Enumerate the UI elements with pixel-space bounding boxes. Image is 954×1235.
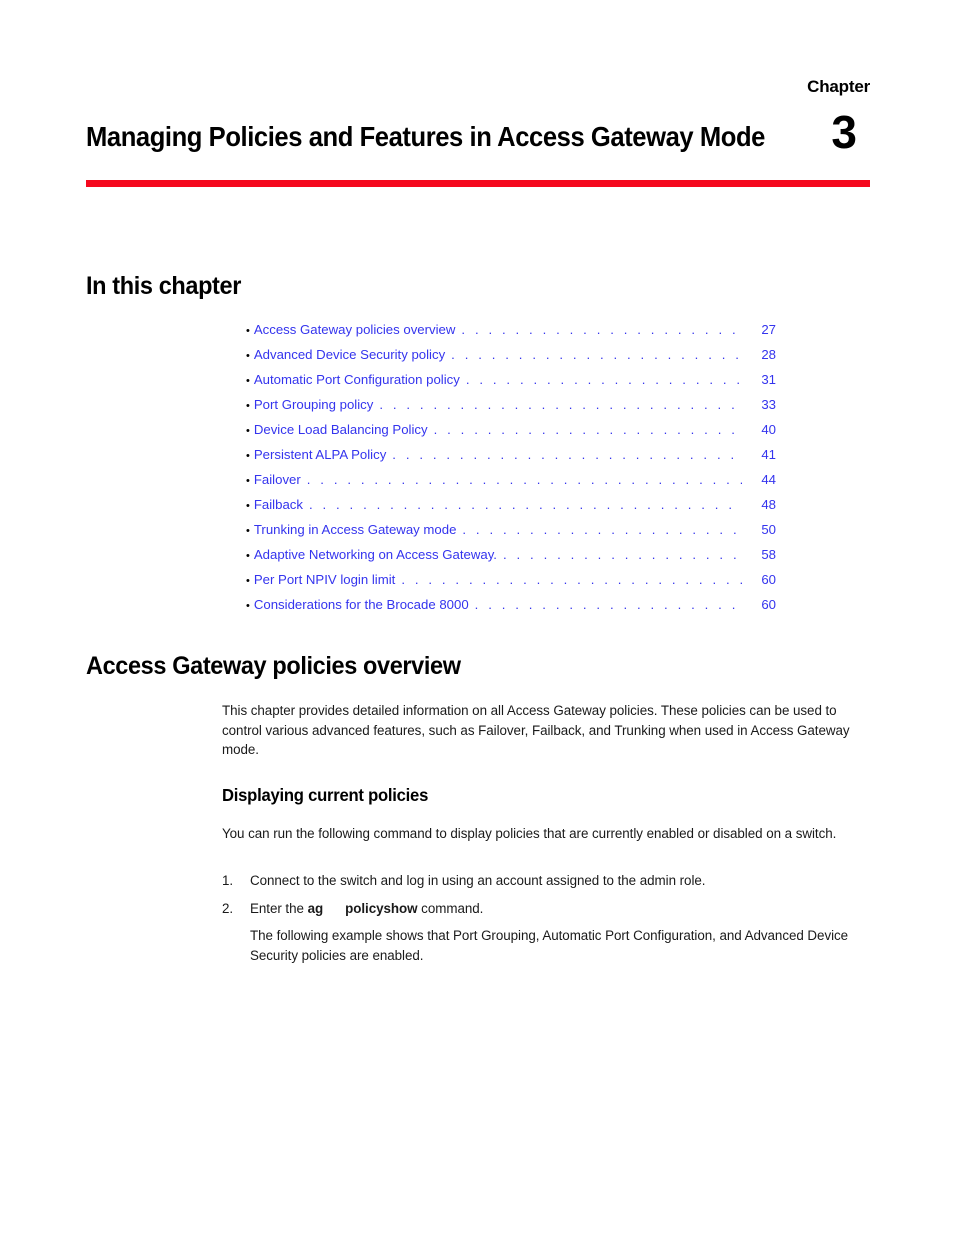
- toc-entry[interactable]: • Port Grouping policy . . . . . . . . .…: [246, 397, 776, 422]
- toc-entry-label[interactable]: Per Port NPIV login limit: [254, 572, 395, 587]
- step-text: Enter the ag policyshow command.: [250, 899, 867, 919]
- section-heading-access-gateway-policies-overview: Access Gateway policies overview: [86, 652, 461, 680]
- toc-entry-page[interactable]: 44: [748, 472, 776, 487]
- toc-entry[interactable]: • Considerations for the Brocade 8000 . …: [246, 597, 776, 622]
- bullet-icon: •: [246, 500, 250, 512]
- bullet-icon: •: [246, 575, 250, 587]
- toc-entry-label[interactable]: Failback: [254, 497, 303, 512]
- toc-entry[interactable]: • Automatic Port Configuration policy . …: [246, 372, 776, 397]
- toc-leader-dots: . . . . . . . . . . . . . . . . . . . . …: [474, 597, 742, 612]
- toc-entry-label[interactable]: Automatic Port Configuration policy: [254, 372, 460, 387]
- intro-paragraph: This chapter provides detailed informati…: [222, 703, 850, 758]
- chapter-label: Chapter: [807, 77, 870, 96]
- toc-entry-page[interactable]: 41: [748, 447, 776, 462]
- toc-entry-page[interactable]: 48: [748, 497, 776, 512]
- step-marker: 2.: [222, 901, 234, 917]
- toc-leader-dots: . . . . . . . . . . . . . . . . . . . . …: [392, 447, 742, 462]
- chapter-divider-rule: [86, 180, 870, 187]
- step-text-before: Enter the: [250, 901, 308, 917]
- subsection-heading-displaying-current-policies: Displaying current policies: [222, 785, 429, 805]
- toc-entry-page[interactable]: 28: [748, 347, 776, 362]
- chapter-title-row: Managing Policies and Features in Access…: [86, 106, 870, 158]
- chapter-header: Chapter Managing Policies and Features i…: [86, 77, 870, 158]
- chapter-number: 3: [831, 106, 857, 158]
- toc-leader-dots: . . . . . . . . . . . . . . . . . . . . …: [306, 472, 742, 487]
- bullet-icon: •: [246, 325, 250, 337]
- step-text-after: command.: [417, 901, 484, 917]
- displaying-policies-paragraph: You can run the following command to dis…: [222, 826, 837, 841]
- procedure-steps: 1. Connect to the switch and log in usin…: [222, 871, 867, 927]
- toc-leader-dots: . . . . . . . . . . . . . . . . . . . . …: [462, 522, 742, 537]
- toc-entry[interactable]: • Advanced Device Security policy . . . …: [246, 347, 776, 372]
- step-text: Connect to the switch and log in using a…: [250, 873, 706, 888]
- toc-leader-dots: . . . . . . . . . . . . . . . . . . . . …: [433, 422, 742, 437]
- bullet-icon: •: [246, 550, 250, 562]
- toc-leader-dots: . . . . . . . . . . . . . . . . . . . . …: [401, 572, 742, 587]
- list-item: 2. Enter the ag policyshow command.: [222, 899, 867, 919]
- toc-entry-label[interactable]: Adaptive Networking on Access Gateway.: [254, 547, 497, 562]
- section-heading-in-this-chapter: In this chapter: [86, 272, 241, 300]
- toc-entry-label[interactable]: Port Grouping policy: [254, 397, 373, 412]
- toc-entry[interactable]: • Failback . . . . . . . . . . . . . . .…: [246, 497, 776, 522]
- toc-leader-dots: . . . . . . . . . . . . . . . . . . . . …: [379, 397, 742, 412]
- toc-entry-label[interactable]: Device Load Balancing Policy: [254, 422, 428, 437]
- chapter-toc: • Access Gateway policies overview . . .…: [246, 322, 776, 622]
- command-operand: policyshow: [345, 901, 418, 917]
- example-paragraph: The following example shows that Port Gr…: [250, 928, 849, 963]
- bullet-icon: •: [246, 375, 250, 387]
- toc-entry[interactable]: • Adaptive Networking on Access Gateway.…: [246, 547, 776, 572]
- toc-entry-page[interactable]: 50: [748, 522, 776, 537]
- toc-leader-dots: . . . . . . . . . . . . . . . . . . . . …: [502, 547, 742, 562]
- command-keyword: ag: [307, 901, 324, 917]
- toc-entry[interactable]: • Access Gateway policies overview . . .…: [246, 322, 776, 347]
- bullet-icon: •: [246, 525, 250, 537]
- bullet-icon: •: [246, 350, 250, 362]
- toc-entry[interactable]: • Persistent ALPA Policy . . . . . . . .…: [246, 447, 776, 472]
- toc-entry-label[interactable]: Advanced Device Security policy: [254, 347, 445, 362]
- bullet-icon: •: [246, 400, 250, 412]
- toc-entry[interactable]: • Per Port NPIV login limit . . . . . . …: [246, 572, 776, 597]
- toc-leader-dots: . . . . . . . . . . . . . . . . . . . . …: [461, 322, 742, 337]
- page-title: Managing Policies and Features in Access…: [86, 121, 765, 153]
- toc-leader-dots: . . . . . . . . . . . . . . . . . . . . …: [451, 347, 742, 362]
- toc-entry-page[interactable]: 60: [748, 572, 776, 587]
- toc-entry[interactable]: • Failover . . . . . . . . . . . . . . .…: [246, 472, 776, 497]
- bullet-icon: •: [246, 600, 250, 612]
- toc-leader-dots: . . . . . . . . . . . . . . . . . . . . …: [465, 372, 742, 387]
- toc-entry-page[interactable]: 33: [748, 397, 776, 412]
- bullet-icon: •: [246, 425, 250, 437]
- toc-leader-dots: . . . . . . . . . . . . . . . . . . . . …: [308, 497, 742, 512]
- toc-entry-label[interactable]: Considerations for the Brocade 8000: [254, 597, 469, 612]
- toc-entry-label[interactable]: Failover: [254, 472, 301, 487]
- list-item: 1. Connect to the switch and log in usin…: [222, 871, 867, 891]
- bullet-icon: •: [246, 450, 250, 462]
- toc-entry-page[interactable]: 31: [748, 372, 776, 387]
- toc-entry[interactable]: • Device Load Balancing Policy . . . . .…: [246, 422, 776, 447]
- toc-entry-page[interactable]: 60: [748, 597, 776, 612]
- document-page: Chapter Managing Policies and Features i…: [0, 0, 954, 1235]
- toc-entry-label[interactable]: Access Gateway policies overview: [254, 322, 456, 337]
- bullet-icon: •: [246, 475, 250, 487]
- toc-entry-page[interactable]: 27: [748, 322, 776, 337]
- toc-entry-page[interactable]: 58: [748, 547, 776, 562]
- toc-entry-page[interactable]: 40: [748, 422, 776, 437]
- toc-entry-label[interactable]: Persistent ALPA Policy: [254, 447, 386, 462]
- toc-entry[interactable]: • Trunking in Access Gateway mode . . . …: [246, 522, 776, 547]
- step-marker: 1.: [222, 873, 234, 888]
- toc-entry-label[interactable]: Trunking in Access Gateway mode: [254, 522, 457, 537]
